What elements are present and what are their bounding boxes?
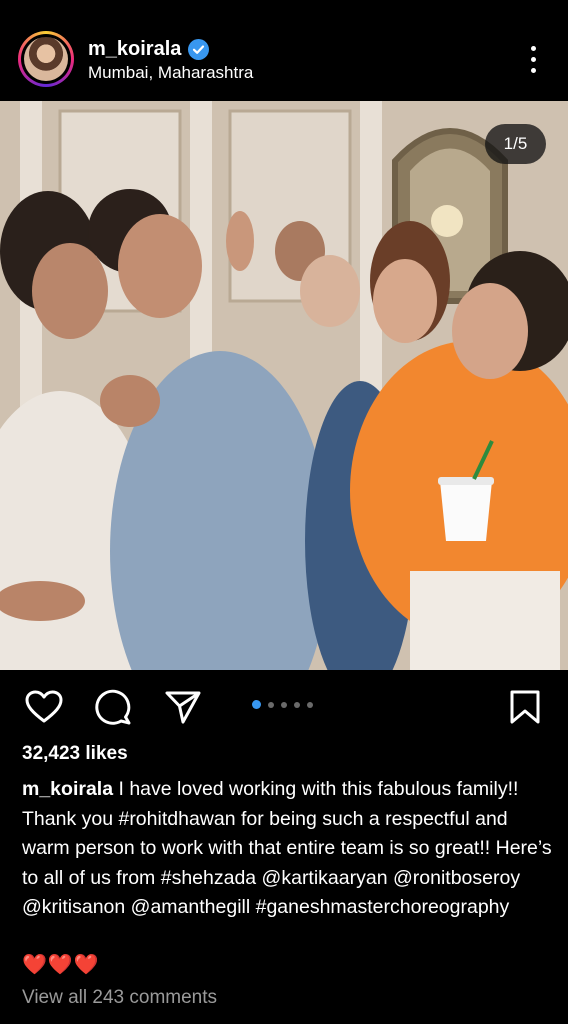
avatar[interactable]: [18, 31, 74, 87]
bookmark-icon[interactable]: [506, 688, 546, 728]
more-vertical-icon[interactable]: [526, 46, 542, 74]
carousel-dot: [307, 702, 313, 708]
post-caption: m_koirala I have loved working with this…: [22, 775, 552, 923]
heart-icon[interactable]: [24, 688, 64, 728]
media-counter: 1/5: [485, 124, 546, 164]
username-row: m_koirala: [88, 38, 210, 61]
carousel-dot: [294, 702, 300, 708]
likes-count[interactable]: 32,423 likes: [22, 743, 128, 765]
post-header: m_koirala Mumbai, Maharashtra: [0, 0, 568, 100]
post-username[interactable]: m_koirala: [88, 38, 181, 61]
view-all-comments-link[interactable]: View all 243 comments: [22, 987, 217, 1009]
carousel-dot: [268, 702, 274, 708]
post-photo-illustration: [0, 101, 568, 670]
send-icon[interactable]: [163, 688, 203, 728]
carousel-indicator: [252, 700, 313, 709]
caption-username[interactable]: m_koirala: [22, 778, 113, 800]
verified-badge-icon: [188, 39, 210, 60]
comment-icon[interactable]: [94, 688, 134, 728]
post-location[interactable]: Mumbai, Maharashtra: [88, 63, 253, 83]
carousel-dot: [252, 700, 261, 709]
avatar-ring-inner: [21, 34, 71, 84]
post-image[interactable]: [0, 101, 568, 670]
carousel-dot: [281, 702, 287, 708]
caption-emoji: ❤️❤️❤️: [22, 954, 100, 976]
avatar-image: [24, 37, 68, 81]
